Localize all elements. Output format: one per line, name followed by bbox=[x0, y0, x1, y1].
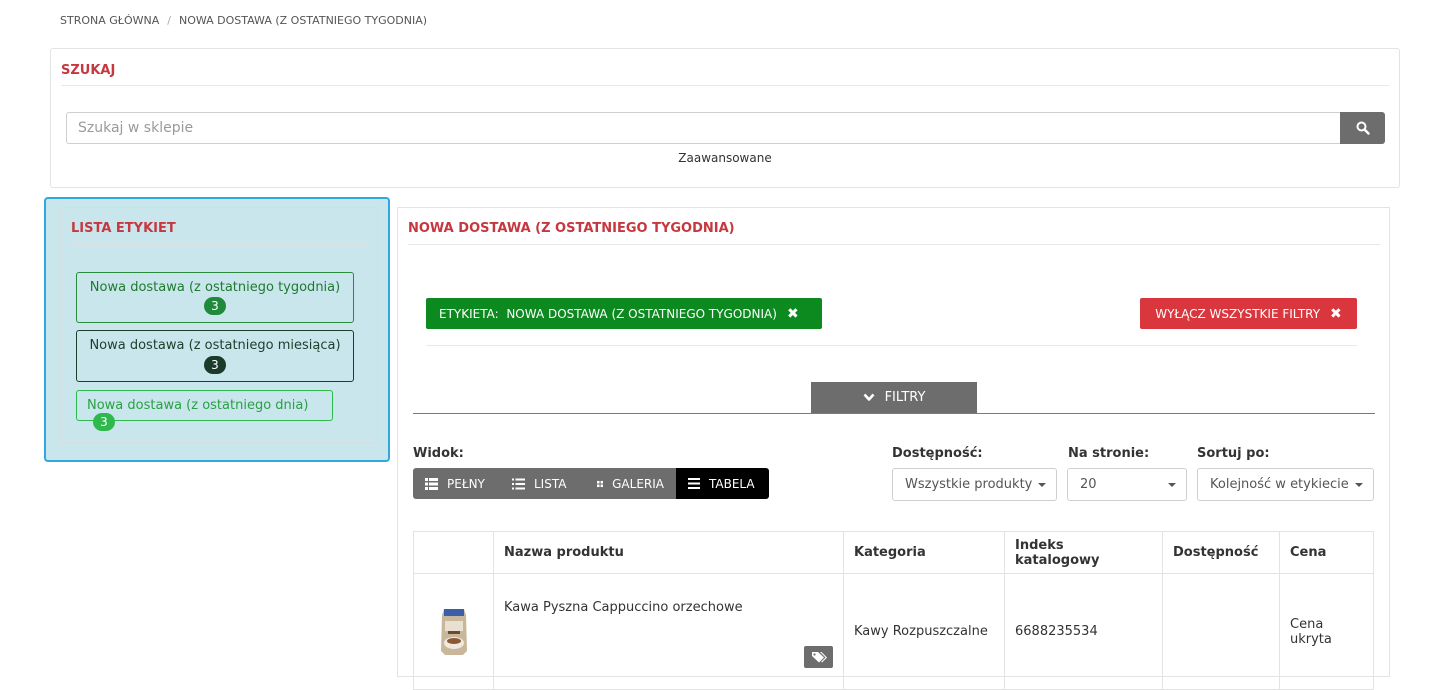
sort-select[interactable]: Kolejność w etykiecie bbox=[1197, 468, 1374, 501]
view-label: Widok: bbox=[413, 446, 464, 461]
chevron-down-icon bbox=[863, 393, 875, 401]
per-page-select[interactable]: 20 bbox=[1067, 468, 1187, 501]
search-divider bbox=[61, 85, 1389, 86]
breadcrumb-home-link[interactable]: STRONA GŁÓWNA bbox=[60, 14, 159, 27]
filters-line bbox=[413, 413, 1375, 414]
view-list-label: LISTA bbox=[534, 476, 567, 491]
header-image bbox=[413, 531, 494, 574]
products-table: Nazwa produktu Kategoria Indeks katalogo… bbox=[413, 531, 1374, 690]
sort-label: Sortuj po: bbox=[1197, 446, 1270, 461]
grid-icon bbox=[597, 480, 604, 487]
header-category: Kategoria bbox=[843, 531, 1005, 574]
view-gallery-label: GALERIA bbox=[612, 476, 664, 491]
product-image-cell bbox=[413, 573, 494, 690]
filters-toggle-button[interactable]: FILTRY bbox=[811, 382, 977, 413]
active-label-filter[interactable]: ETYKIETA: NOWA DOSTAWA (Z OSTATNIEGO TYG… bbox=[426, 298, 822, 329]
filter-value: NOWA DOSTAWA (Z OSTATNIEGO TYGODNIA) bbox=[506, 306, 777, 321]
product-index-cell: 6688235534 bbox=[1004, 573, 1163, 690]
product-name-cell: Kawa Pyszna Cappuccino orzechowe bbox=[493, 573, 844, 690]
label-item-text: Nowa dostawa (z ostatniego miesiąca) bbox=[89, 338, 341, 353]
label-count-badge: 3 bbox=[93, 413, 115, 431]
table-row: Kawa Pyszna Cappuccino orzechowe Kawy Ro… bbox=[413, 573, 1374, 690]
view-switcher: PEŁNY LISTA GALERIA TABELA bbox=[413, 468, 769, 499]
labels-title: LISTA ETYKIET bbox=[71, 221, 176, 236]
product-thumbnail[interactable] bbox=[436, 605, 472, 659]
search-title: SZUKAJ bbox=[61, 63, 116, 78]
per-page-label: Na stronie: bbox=[1068, 446, 1150, 461]
main-divider bbox=[408, 244, 1380, 245]
filters-toggle-label: FILTRY bbox=[884, 390, 926, 405]
product-category-cell: Kawy Rozpuszczalne bbox=[843, 573, 1005, 690]
breadcrumb: STRONA GŁÓWNA / NOWA DOSTAWA (Z OSTATNIEGO… bbox=[60, 14, 427, 27]
labels-sidebar: LISTA ETYKIET Nowa dostawa (z ostatniego… bbox=[44, 197, 390, 462]
view-table-button[interactable]: TABELA bbox=[676, 468, 769, 499]
table-header-row: Nazwa produktu Kategoria Indeks katalogo… bbox=[413, 531, 1374, 574]
filters-divider bbox=[426, 345, 1357, 346]
product-name-link[interactable]: Kawa Pyszna Cappuccino orzechowe bbox=[504, 600, 743, 615]
caret-down-icon bbox=[1168, 483, 1176, 487]
label-item-text: Nowa dostawa (z ostatniego tygodnia) bbox=[89, 280, 341, 295]
search-icon bbox=[1356, 121, 1370, 135]
main-panel: NOWA DOSTAWA (Z OSTATNIEGO TYGODNIA) ETY… bbox=[397, 207, 1390, 690]
view-list-button[interactable]: LISTA bbox=[500, 468, 585, 499]
per-page-selected: 20 bbox=[1080, 477, 1097, 492]
header-price: Cena bbox=[1279, 531, 1374, 574]
label-item-day[interactable]: Nowa dostawa (z ostatniego dnia)3 bbox=[76, 390, 333, 431]
caret-down-icon bbox=[1038, 483, 1046, 487]
advanced-search-link[interactable]: Zaawansowane bbox=[51, 151, 1399, 165]
label-count-badge: 3 bbox=[204, 356, 226, 374]
search-button[interactable] bbox=[1340, 112, 1385, 144]
caret-down-icon bbox=[1355, 483, 1363, 487]
view-table-label: TABELA bbox=[709, 476, 755, 491]
clear-filters-label: WYŁĄCZ WSZYSTKIE FILTRY bbox=[1155, 306, 1321, 321]
availability-label: Dostępność: bbox=[892, 446, 983, 461]
breadcrumb-current: NOWA DOSTAWA (Z OSTATNIEGO TYGODNIA) bbox=[178, 14, 428, 27]
product-availability-cell bbox=[1162, 573, 1280, 690]
search-input[interactable] bbox=[66, 112, 1341, 144]
availability-selected: Wszystkie produkty bbox=[905, 477, 1033, 492]
search-panel: SZUKAJ Zaawansowane bbox=[50, 48, 1400, 188]
view-full-label: PEŁNY bbox=[447, 476, 485, 491]
filter-prefix: ETYKIETA: bbox=[439, 306, 499, 321]
view-gallery-button[interactable]: GALERIA bbox=[585, 468, 676, 499]
close-icon: ✖ bbox=[1330, 305, 1342, 322]
labels-divider bbox=[71, 244, 367, 245]
page-title: NOWA DOSTAWA (Z OSTATNIEGO TYGODNIA) bbox=[408, 221, 735, 236]
tags-icon bbox=[811, 652, 827, 663]
header-availability: Dostępność bbox=[1162, 531, 1280, 574]
label-item-week[interactable]: Nowa dostawa (z ostatniego tygodnia) 3 bbox=[76, 272, 354, 323]
label-count-badge: 3 bbox=[204, 297, 226, 315]
breadcrumb-separator: / bbox=[167, 14, 171, 27]
sort-selected: Kolejność w etykiecie bbox=[1210, 477, 1349, 492]
label-item-text: Nowa dostawa (z ostatniego dnia) bbox=[87, 398, 309, 413]
list-icon bbox=[512, 478, 525, 489]
labels-panel: LISTA ETYKIET Nowa dostawa (z ostatniego… bbox=[60, 207, 378, 443]
list-detail-icon bbox=[425, 477, 438, 490]
header-name: Nazwa produktu bbox=[493, 531, 844, 574]
header-index: Indeks katalogowy bbox=[1004, 531, 1163, 574]
label-item-month[interactable]: Nowa dostawa (z ostatniego miesiąca) 3 bbox=[76, 330, 354, 382]
availability-select[interactable]: Wszystkie produkty bbox=[892, 468, 1057, 501]
product-labels-button[interactable] bbox=[804, 646, 833, 668]
product-price-cell: Cena ukryta bbox=[1279, 573, 1374, 690]
clear-all-filters-button[interactable]: WYŁĄCZ WSZYSTKIE FILTRY ✖ bbox=[1140, 298, 1357, 329]
close-icon: ✖ bbox=[786, 305, 799, 322]
view-full-button[interactable]: PEŁNY bbox=[413, 468, 500, 499]
hamburger-icon bbox=[688, 478, 700, 489]
